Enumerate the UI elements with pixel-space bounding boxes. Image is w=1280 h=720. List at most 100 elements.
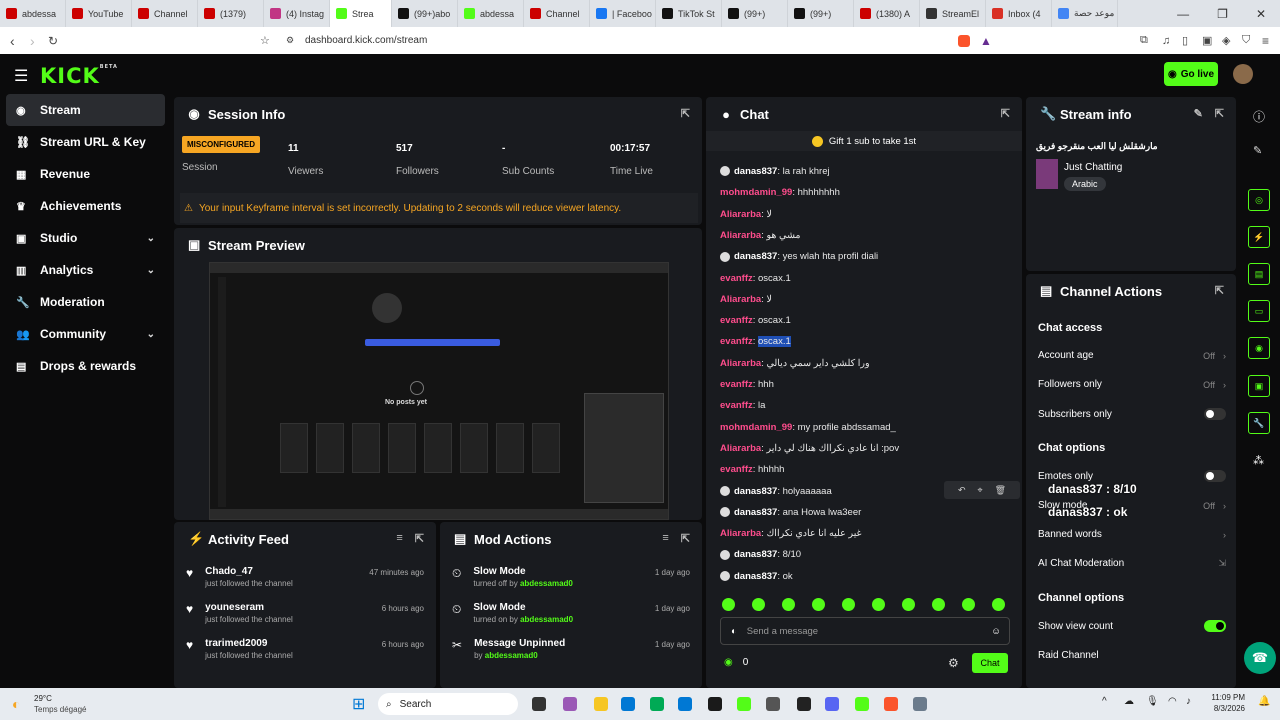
broadcast-icon[interactable]: ◉ — [1248, 337, 1270, 359]
chevron-down-icon[interactable]: ⌄ — [147, 265, 155, 276]
emote-icon[interactable] — [752, 598, 765, 611]
wifi-icon[interactable]: ◠ — [1168, 696, 1177, 707]
chat-username[interactable]: Aliararba — [720, 528, 761, 539]
channel-points[interactable]: ◉ 0 — [724, 657, 748, 668]
sidebar-item-achievements[interactable]: ♛ Achievements — [6, 190, 165, 222]
browser-tab[interactable]: TikTok St — [656, 0, 722, 27]
copilot-icon[interactable] — [563, 697, 577, 711]
dots-icon[interactable]: ⁂ — [1253, 454, 1264, 467]
emote-icon[interactable] — [722, 598, 735, 611]
emote-icon[interactable]: ☺ — [991, 626, 1001, 637]
browser-tab[interactable]: abdessa — [0, 0, 66, 27]
edit-icon[interactable]: ✎ — [1253, 144, 1262, 157]
chat-username[interactable]: Aliararba — [720, 443, 761, 454]
chat-username[interactable]: Aliararba — [720, 230, 761, 241]
url-input[interactable]: dashboard.kick.com/stream — [305, 35, 427, 46]
emote-icon[interactable] — [842, 598, 855, 611]
bookmark-icon[interactable]: ☆ — [260, 34, 270, 47]
clipboard-icon[interactable]: ▣ — [1248, 375, 1270, 397]
sidebar-item-community[interactable]: 👥 Community ⌄ — [6, 318, 165, 350]
sidebar-item-stream[interactable]: ◉ Stream — [6, 94, 165, 126]
obs-icon[interactable] — [797, 697, 811, 711]
camera-icon[interactable]: ◎ — [1248, 189, 1270, 211]
kick-logo[interactable]: KICKBETA — [40, 64, 118, 88]
chat-username[interactable]: danas837 — [734, 549, 777, 560]
menu-icon[interactable]: ≡ — [1262, 34, 1269, 48]
windows-start-icon[interactable]: ⊞ — [352, 694, 365, 714]
info-icon[interactable]: ⓘ — [1253, 108, 1265, 125]
browser-tab[interactable]: (99+) — [722, 0, 788, 27]
chat-message[interactable]: evanffz: oscax.1 — [720, 273, 791, 284]
lightning-icon[interactable]: ⚡ — [1248, 226, 1270, 248]
chat-message[interactable]: danas837: 8/10 — [720, 549, 801, 560]
browser-tab[interactable]: StreamEl — [920, 0, 986, 27]
go-live-button[interactable]: ◉ Go live — [1164, 62, 1218, 86]
sidebar-item-studio[interactable]: ▣ Studio ⌄ — [6, 222, 165, 254]
chat-username[interactable]: Aliararba — [720, 294, 761, 305]
chat-message[interactable]: danas837: la rah khrej — [720, 166, 830, 177]
popout-icon[interactable]: ⇱ — [681, 107, 690, 120]
emote-icon[interactable] — [782, 598, 795, 611]
discord-icon[interactable] — [825, 697, 839, 711]
support-icon[interactable]: ☎ — [1244, 642, 1276, 674]
chevron-down-icon[interactable]: ⌄ — [147, 329, 155, 340]
chat-username[interactable]: danas837 — [734, 166, 777, 177]
gift-sub-banner[interactable]: Gift 1 sub to take 1st — [706, 131, 1022, 151]
photos-icon[interactable] — [678, 697, 692, 711]
chat-username[interactable]: evanffz — [720, 379, 753, 390]
emote-icon[interactable] — [812, 598, 825, 611]
store-icon[interactable] — [650, 697, 664, 711]
app-icon[interactable] — [766, 697, 780, 711]
clock[interactable]: 11:09 PM 8/3/2026 — [1205, 693, 1245, 713]
popout-icon[interactable]: ⇱ — [1215, 284, 1224, 297]
chat-username[interactable]: Aliararba — [720, 209, 761, 220]
browser-tab[interactable]: (99+) — [788, 0, 854, 27]
chat-username[interactable]: evanffz — [720, 336, 753, 347]
edge-icon[interactable] — [621, 697, 635, 711]
chat-username[interactable]: evanffz — [720, 315, 753, 326]
reply-icon[interactable]: ↶ — [958, 485, 966, 496]
browser-tab[interactable]: Inbox (4 — [986, 0, 1052, 27]
taskbar-search[interactable]: ⌕ Search — [378, 693, 518, 715]
chat-username[interactable]: danas837 — [734, 486, 777, 497]
shield-icon[interactable]: ⛉ — [1242, 34, 1250, 47]
stream-preview-video[interactable]: No posts yet — [209, 262, 669, 520]
show-view-count-toggle[interactable] — [1204, 620, 1226, 632]
minimize-icon[interactable]: — — [1177, 7, 1189, 21]
back-icon[interactable]: ‹ — [10, 33, 15, 49]
ai-moderation-row[interactable]: AI Chat Moderation ⇲ — [1038, 558, 1226, 569]
task-view-icon[interactable] — [532, 697, 546, 711]
settings-icon[interactable] — [913, 697, 927, 711]
chat-username[interactable]: mohmdamin_99 — [720, 187, 792, 198]
sidebar-item-moderation[interactable]: 🔧 Moderation — [6, 286, 165, 318]
browser-tab[interactable]: (1379) — [198, 0, 264, 27]
browser-tab[interactable]: | Faceboo — [590, 0, 656, 27]
chat-message[interactable]: mohmdamin_99: hhhhhhhh — [720, 187, 840, 198]
chat-message[interactable]: danas837: holyaaaaaa — [720, 486, 832, 497]
chat-username[interactable]: evanffz — [720, 273, 753, 284]
music-icon[interactable]: ♫ — [1162, 35, 1170, 47]
chat-username[interactable]: danas837 — [734, 251, 777, 262]
subscribers-only-row[interactable]: Subscribers only — [1038, 408, 1226, 420]
chat-username[interactable]: evanffz — [720, 464, 753, 475]
chat-message[interactable]: Aliararba: غير عليه انا عادي نكرااك — [720, 528, 862, 539]
popout-icon[interactable]: ⇱ — [1001, 107, 1010, 120]
chat-icon[interactable]: ▭ — [1248, 300, 1270, 322]
cloud-icon[interactable]: ☁ — [1124, 696, 1134, 707]
account-age-row[interactable]: Account age Off › — [1038, 350, 1226, 361]
browser-tab[interactable]: YouTube — [66, 0, 132, 27]
emote-icon[interactable] — [902, 598, 915, 611]
chat-username[interactable]: danas837 — [734, 571, 777, 582]
emote-icon[interactable] — [872, 598, 885, 611]
wallet-icon[interactable]: ▣ — [1202, 34, 1212, 47]
brave-icon[interactable] — [884, 697, 898, 711]
popout-icon[interactable]: ⇱ — [1215, 107, 1224, 120]
filter-icon[interactable]: ≡ — [662, 532, 668, 545]
app-icon[interactable] — [708, 697, 722, 711]
chat-settings-icon[interactable]: ⚙ — [948, 656, 959, 670]
mic-icon[interactable]: 🎙 — [1146, 696, 1159, 707]
chat-username[interactable]: danas837 — [734, 507, 777, 518]
emoji-picker-icon[interactable]: ◐ — [731, 626, 737, 637]
chat-message[interactable]: evanffz: la — [720, 400, 765, 411]
emotes-only-row[interactable]: Emotes only — [1038, 470, 1226, 482]
